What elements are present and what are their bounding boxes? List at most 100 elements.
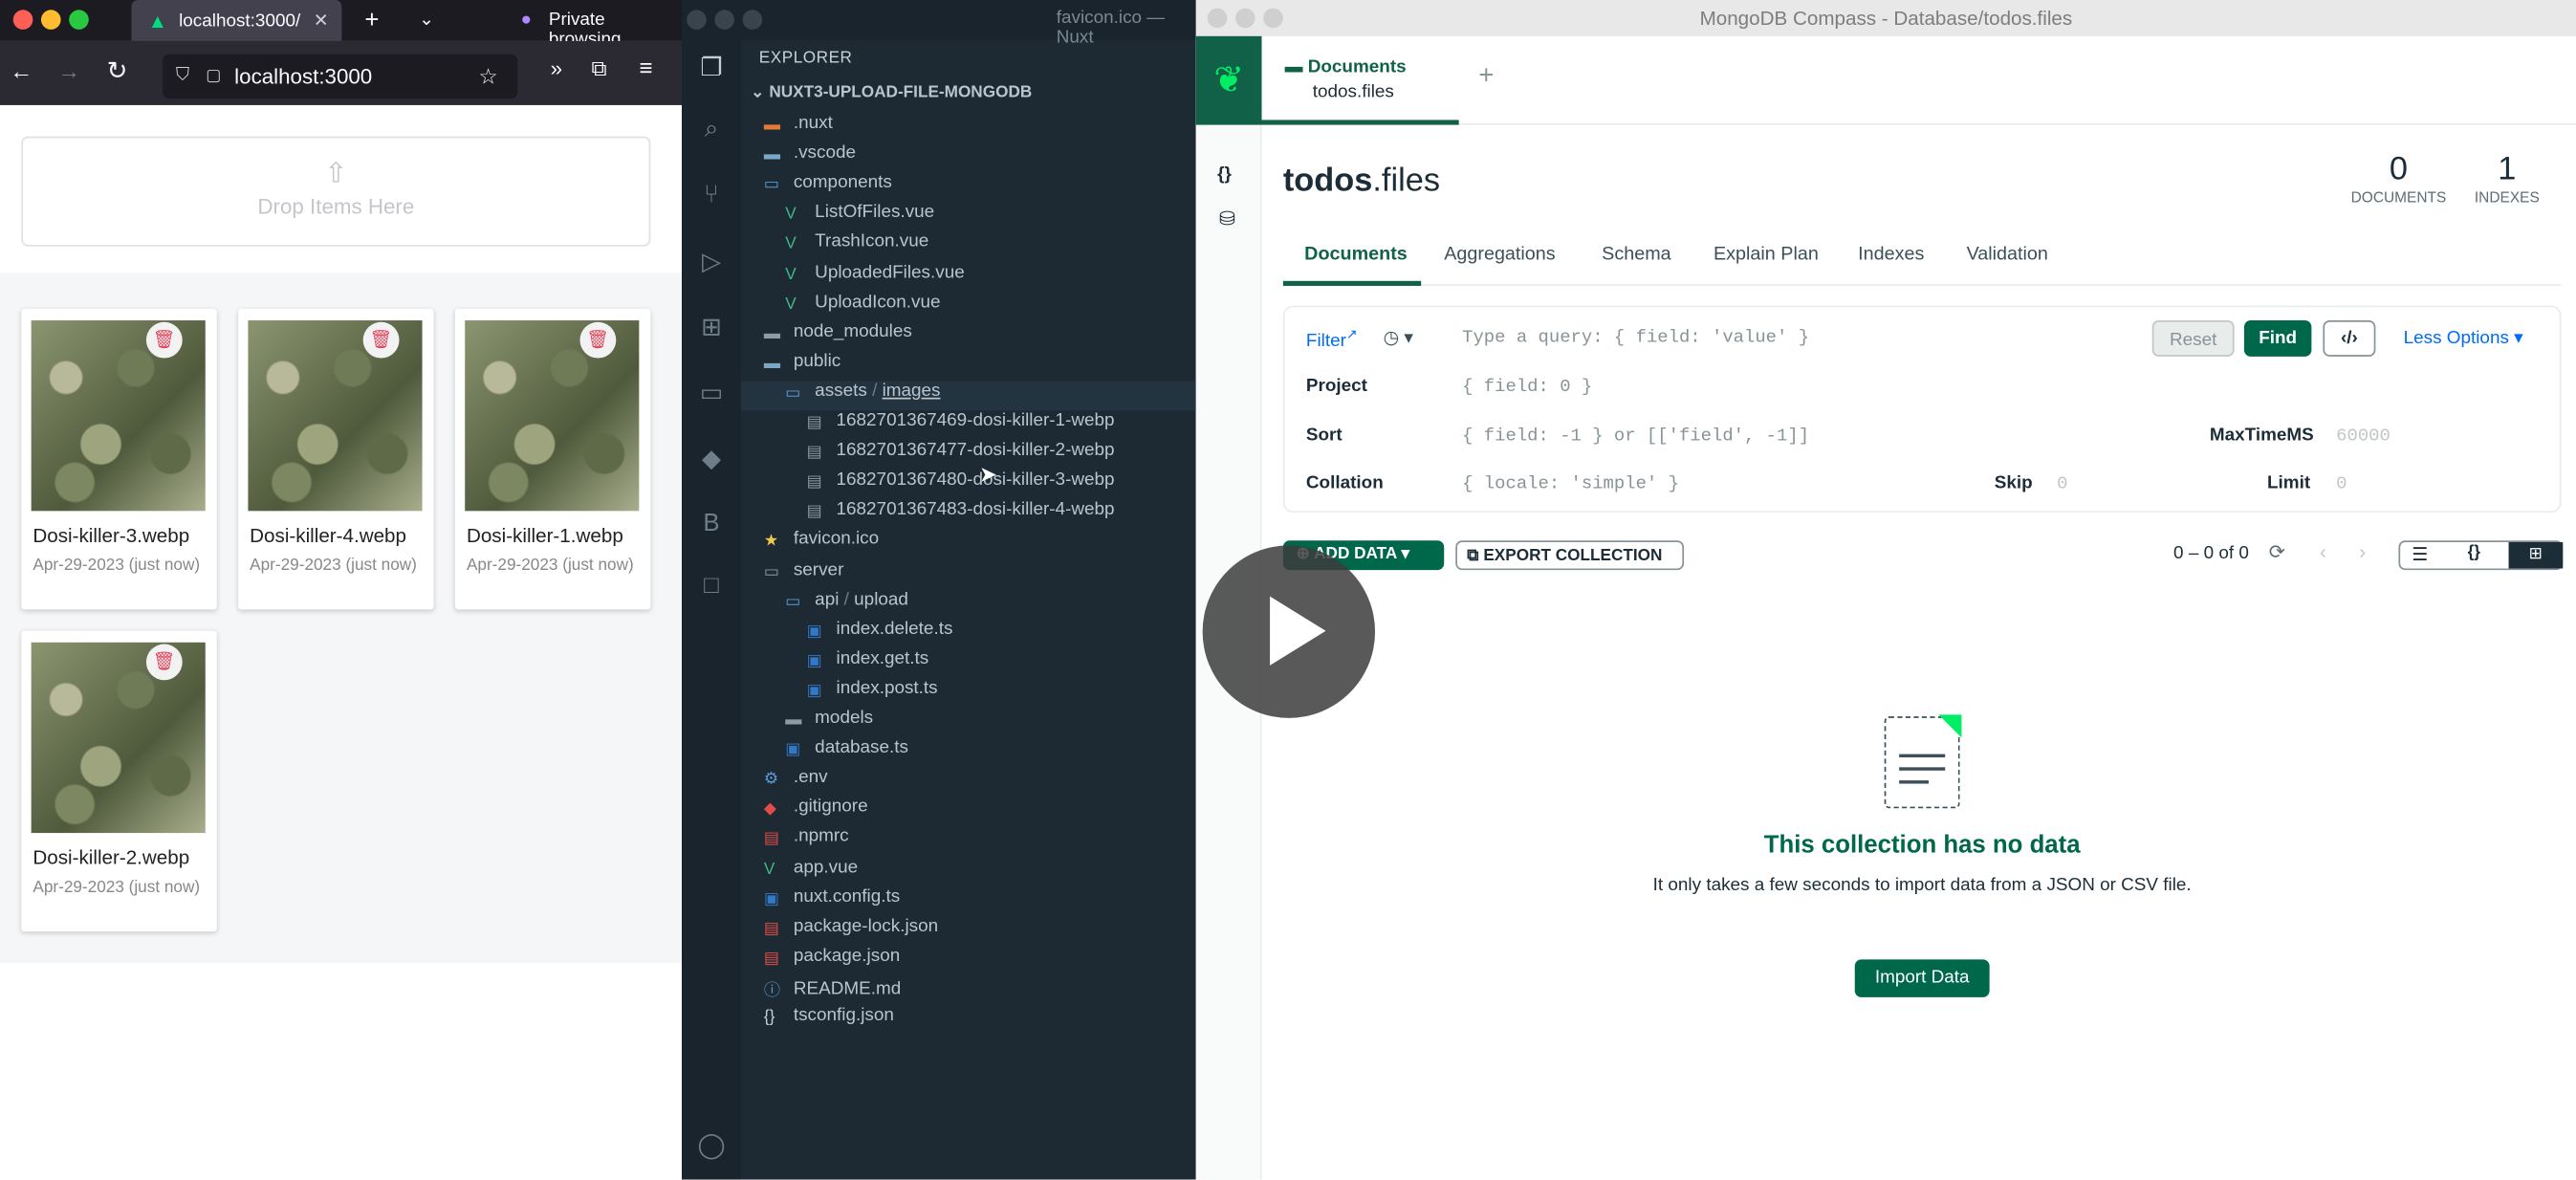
square-icon[interactable]: □ xyxy=(696,572,726,601)
dropzone[interactable]: ⇧ Drop Items Here xyxy=(21,136,651,247)
tree-item[interactable]: ▣ nuxt.config.ts xyxy=(741,886,1196,916)
tree-item[interactable]: V UploadIcon.vue xyxy=(741,292,1196,321)
tree-item[interactable]: ▭ components xyxy=(741,173,1196,203)
search-icon[interactable]: ⌕ xyxy=(696,115,726,144)
new-tab-button[interactable]: + xyxy=(1478,62,1494,92)
overflow-icon[interactable]: » xyxy=(551,55,562,80)
project-input[interactable]: { field: 0 } xyxy=(1462,378,1592,398)
reset-button[interactable]: Reset xyxy=(2151,320,2235,357)
tree-item[interactable]: ▤ 1682701367480-dosi-killer-3-webp xyxy=(741,470,1196,500)
tree-item[interactable]: ★ favicon.ico xyxy=(741,530,1196,559)
tab-indexes[interactable]: Indexes xyxy=(1858,245,1924,265)
tree-item[interactable]: {} tsconfig.json xyxy=(741,1005,1196,1035)
source-control-icon[interactable]: ⑂ xyxy=(696,181,726,210)
run-debug-icon[interactable]: ▷ xyxy=(696,247,726,275)
tree-item[interactable]: ▣ database.ts xyxy=(741,738,1196,768)
limit-input[interactable]: 0 xyxy=(2336,475,2347,495)
tree-item[interactable]: ▬ node_modules xyxy=(741,321,1196,351)
tree-item[interactable]: ▤ .npmrc xyxy=(741,827,1196,857)
bootstrap-icon[interactable]: B xyxy=(696,510,726,539)
tree-item[interactable]: V ListOfFiles.vue xyxy=(741,203,1196,232)
new-tab-button[interactable]: + xyxy=(364,7,379,34)
import-data-button[interactable]: Import Data xyxy=(1854,959,1990,997)
tree-item[interactable]: ▤ 1682701367469-dosi-killer-1-webp xyxy=(741,411,1196,441)
trash-icon[interactable]: 🗑 xyxy=(362,321,400,359)
tab-schema[interactable]: Schema xyxy=(1602,245,1670,265)
file-card[interactable]: 🗑 Dosi-killer-4.webp Apr-29-2023 (just now… xyxy=(238,309,434,610)
tree-item[interactable]: ▬ .vscode xyxy=(741,143,1196,173)
files-icon[interactable]: ❐ xyxy=(696,53,726,82)
menu-icon[interactable]: ≡ xyxy=(639,55,652,80)
extensions-icon[interactable]: ⊞ xyxy=(696,312,726,341)
bookmark-star-icon[interactable]: ☆ xyxy=(479,63,498,89)
trash-icon[interactable]: 🗑 xyxy=(145,321,183,359)
tree-item[interactable]: ▣ index.post.ts xyxy=(741,678,1196,708)
prev-page-icon[interactable]: ‹ xyxy=(2320,540,2326,563)
tree-item[interactable]: ▤ package.json xyxy=(741,946,1196,975)
tree-item[interactable]: ▤ 1682701367483-dosi-killer-4-webp xyxy=(741,500,1196,530)
reload-icon[interactable]: ↻ xyxy=(107,55,128,85)
forward-icon[interactable]: → xyxy=(57,57,80,83)
tab-documents[interactable]: Documents xyxy=(1304,245,1408,265)
refresh-icon[interactable]: ⟳ xyxy=(2269,540,2285,563)
less-options-link[interactable]: Less Options ▾ xyxy=(2404,327,2523,349)
zoom-window-button[interactable] xyxy=(1263,8,1283,29)
tree-item[interactable]: ◆ .gitignore xyxy=(741,798,1196,827)
tab-validation[interactable]: Validation xyxy=(1967,245,2048,265)
filter-input[interactable]: Type a query: { field: 'value' } xyxy=(1462,329,1809,349)
close-window-button[interactable] xyxy=(1207,8,1228,29)
video-play-button[interactable] xyxy=(1202,545,1376,718)
json-view-icon[interactable]: {} xyxy=(2468,544,2480,562)
tab-aggregations[interactable]: Aggregations xyxy=(1444,245,1555,265)
collation-input[interactable]: { locale: 'simple' } xyxy=(1462,475,1679,495)
tree-item[interactable]: V UploadedFiles.vue xyxy=(741,262,1196,292)
tree-item[interactable]: ▣ index.get.ts xyxy=(741,648,1196,678)
history-icon[interactable]: ◷ ▾ xyxy=(1384,327,1413,349)
url-bar[interactable]: ⛉ ▢ localhost:3000 ☆ xyxy=(163,54,518,99)
maxtime-input[interactable]: 60000 xyxy=(2336,427,2390,448)
close-window-button[interactable] xyxy=(687,10,707,30)
close-window-button[interactable] xyxy=(12,10,33,30)
extensions-icon[interactable]: ⧉ xyxy=(592,55,607,81)
close-tab-icon[interactable]: ✕ xyxy=(314,10,329,32)
trash-icon[interactable]: 🗑 xyxy=(145,644,183,681)
tab-explain-plan[interactable]: Explain Plan xyxy=(1714,245,1819,265)
tab-documents-workspace[interactable]: ▬ Documents todos.files xyxy=(1261,36,1459,125)
tree-item[interactable]: ▭ api / upload xyxy=(741,589,1196,619)
account-icon[interactable]: ◯ xyxy=(696,1130,726,1160)
zoom-window-button[interactable] xyxy=(742,10,763,30)
tree-item[interactable]: ▤ 1682701367477-dosi-killer-2-webp xyxy=(741,441,1196,470)
filter-link[interactable]: Filter↗ xyxy=(1306,327,1358,351)
back-icon[interactable]: ← xyxy=(10,57,33,83)
find-button[interactable]: Find xyxy=(2243,320,2312,357)
file-card[interactable]: 🗑 Dosi-killer-1.webp Apr-29-2023 (just now… xyxy=(454,309,651,610)
tree-item[interactable]: V TrashIcon.vue xyxy=(741,232,1196,262)
trash-icon[interactable]: 🗑 xyxy=(579,321,617,359)
tree-item[interactable]: ▬ models xyxy=(741,709,1196,738)
zoom-window-button[interactable] xyxy=(69,10,89,30)
remote-explorer-icon[interactable]: ▭ xyxy=(696,378,726,407)
file-card[interactable]: 🗑 Dosi-killer-2.webp Apr-29-2023 (just now… xyxy=(21,630,217,932)
tree-item[interactable]: ▣ index.delete.ts xyxy=(741,619,1196,648)
list-view-icon[interactable]: ☰ xyxy=(2412,544,2428,565)
json-icon[interactable]: {} xyxy=(1217,164,1232,185)
minimize-window-button[interactable] xyxy=(1235,8,1255,29)
sort-input[interactable]: { field: -1 } or [['field', -1]] xyxy=(1462,427,1809,448)
export-collection-button[interactable]: ⧉ EXPORT COLLECTION xyxy=(1455,540,1685,571)
tree-item[interactable]: ▤ package-lock.json xyxy=(741,916,1196,946)
tab-list-chevron-icon[interactable]: ⌄ xyxy=(419,9,434,30)
database-icon[interactable]: ⛁ xyxy=(1219,207,1235,229)
tree-item[interactable]: ⚙ .env xyxy=(741,768,1196,798)
tree-item[interactable]: ▭ assets / images xyxy=(740,381,1196,411)
skip-input[interactable]: 0 xyxy=(2057,475,2067,495)
file-card[interactable]: 🗑 Dosi-killer-3.webp Apr-29-2023 (just now… xyxy=(21,309,217,610)
project-header[interactable]: ⌄ NUXT3-UPLOAD-FILE-MONGODB xyxy=(741,84,1196,114)
mongodb-leaf-icon[interactable]: ◆ xyxy=(696,444,726,473)
table-view-icon[interactable]: ⊞ xyxy=(2508,541,2564,569)
next-page-icon[interactable]: › xyxy=(2359,540,2366,563)
tree-item[interactable]: ▬ public xyxy=(741,351,1196,381)
tree-item[interactable]: ▬ .nuxt xyxy=(741,114,1196,143)
minimize-window-button[interactable] xyxy=(40,10,61,30)
tree-item[interactable]: ⓘ README.md xyxy=(741,975,1196,1005)
tree-item[interactable]: Vapp.vue xyxy=(741,857,1196,886)
